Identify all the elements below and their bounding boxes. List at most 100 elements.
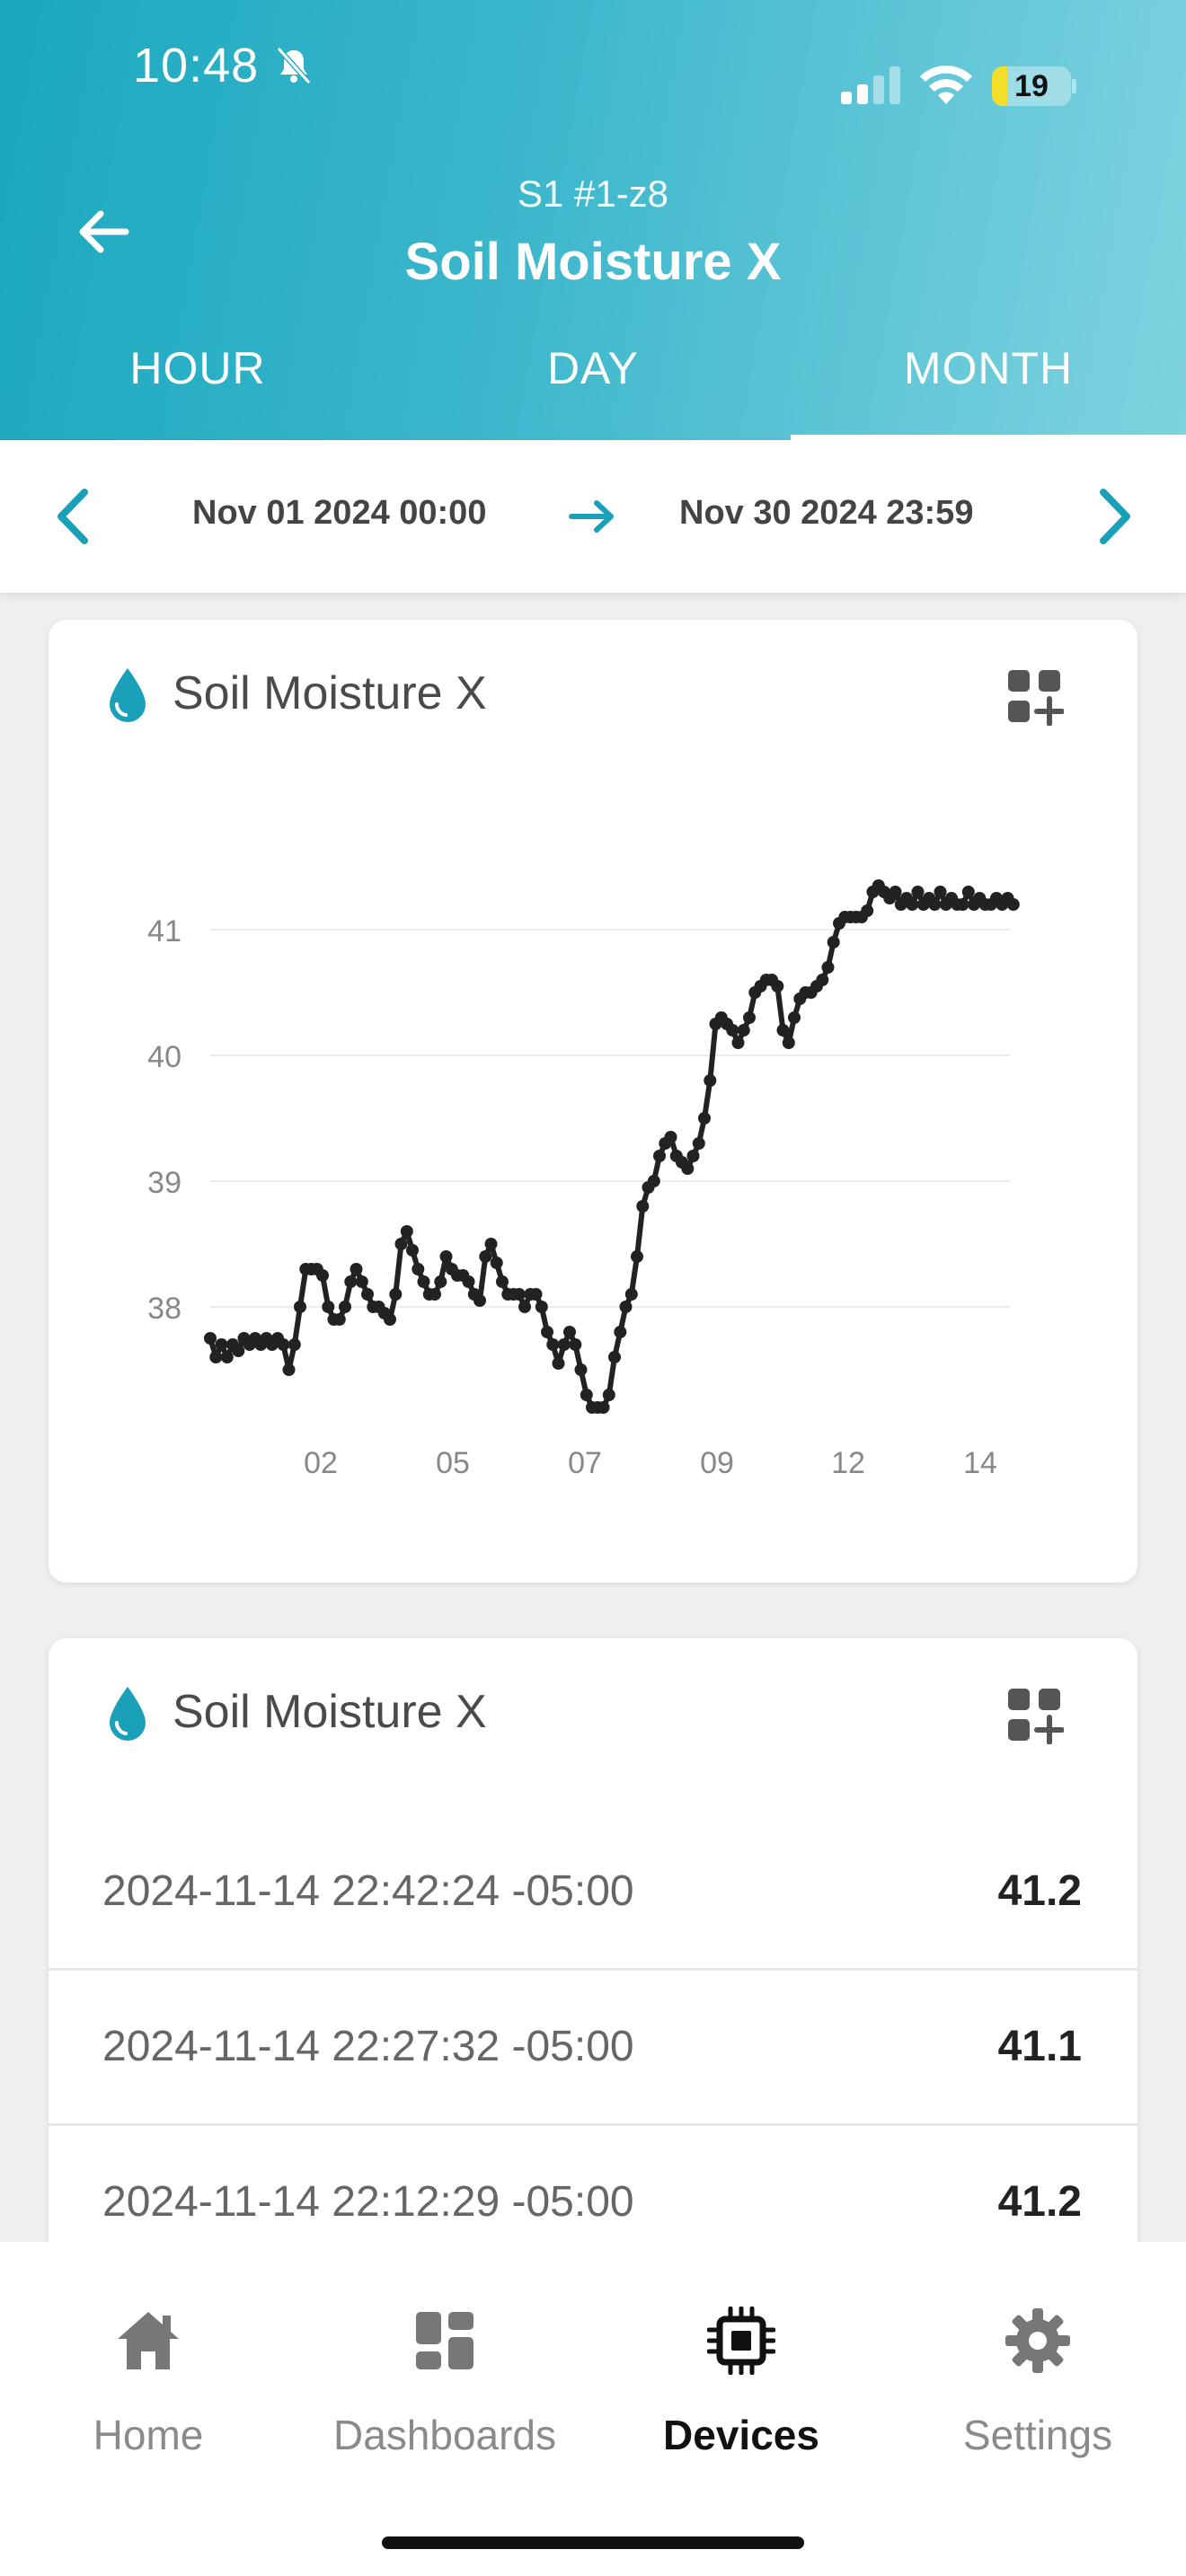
nav-label: Home — [93, 2412, 204, 2458]
tab-hour[interactable]: HOUR — [0, 323, 395, 440]
data-point — [821, 961, 835, 974]
page-title: Soil Moisture X — [404, 233, 782, 291]
tab-month[interactable]: MONTH — [791, 323, 1186, 440]
data-point — [215, 1338, 228, 1351]
data-point — [788, 1011, 801, 1024]
data-point — [1006, 898, 1020, 911]
reading-value: 41.2 — [997, 2178, 1082, 2226]
data-point — [316, 1269, 329, 1282]
data-point — [664, 1131, 677, 1143]
data-point — [332, 1313, 346, 1326]
battery-indicator: 19 — [992, 66, 1076, 106]
nav-label: Dashboards — [332, 2412, 557, 2458]
nav-devices[interactable]: Devices — [593, 2242, 890, 2493]
nav-home[interactable]: Home — [0, 2242, 296, 2493]
data-point — [412, 1263, 425, 1275]
data-point — [417, 1275, 430, 1288]
chevron-right-icon[interactable] — [1082, 485, 1145, 548]
data-point — [322, 1301, 335, 1313]
data-point — [474, 1294, 486, 1307]
date-start[interactable]: Nov 01 2024 00:00 — [192, 494, 486, 533]
data-point — [731, 1037, 745, 1049]
data-point — [406, 1244, 419, 1257]
x-tick-label: 12 — [831, 1446, 865, 1480]
bottom-nav: Home Dashboards Devices Settings — [0, 2242, 1186, 2576]
data-point — [602, 1389, 615, 1401]
date-end[interactable]: Nov 30 2024 23:59 — [679, 494, 973, 533]
reading-time: 2024-11-14 22:12:29 -05:00 — [102, 2178, 634, 2226]
data-point — [647, 1175, 660, 1187]
data-point — [490, 1257, 503, 1269]
x-tick-label: 07 — [568, 1446, 602, 1480]
y-tick-label: 39 — [147, 1166, 181, 1200]
reading-value: 41.1 — [997, 2023, 1082, 2070]
data-point — [782, 1037, 795, 1049]
data-point — [961, 886, 975, 898]
data-point — [956, 898, 969, 911]
data-point — [220, 1351, 234, 1363]
data-point — [726, 1024, 739, 1037]
data-point — [361, 1288, 374, 1301]
data-point — [512, 1288, 526, 1301]
data-point — [389, 1288, 403, 1301]
y-tick-label: 40 — [147, 1040, 181, 1074]
data-point — [580, 1389, 593, 1401]
data-point — [563, 1326, 576, 1338]
data-point — [631, 1250, 643, 1263]
data-point — [546, 1338, 560, 1351]
nav-label: Devices — [663, 2412, 819, 2458]
x-tick-label: 02 — [304, 1446, 338, 1480]
chevron-left-icon[interactable] — [43, 485, 106, 548]
data-point — [529, 1288, 543, 1301]
data-point — [350, 1263, 363, 1275]
data-point — [608, 1351, 621, 1363]
y-tick-label: 38 — [147, 1292, 181, 1326]
data-point — [434, 1275, 447, 1288]
data-point — [934, 886, 947, 898]
data-point — [479, 1250, 492, 1263]
device-subtitle: S1 #1-z8 — [517, 172, 669, 215]
data-point — [698, 1112, 711, 1125]
data-point — [889, 886, 902, 898]
data-point — [624, 1288, 638, 1301]
data-point — [294, 1301, 306, 1313]
data-point — [692, 1137, 705, 1150]
reading-time: 2024-11-14 22:27:32 -05:00 — [102, 2023, 634, 2070]
data-point — [557, 1338, 571, 1351]
data-point — [384, 1313, 396, 1326]
table-row[interactable]: 2024-11-14 22:42:24 -05:00 41.2 — [49, 1816, 1137, 1971]
data-point — [569, 1338, 582, 1351]
data-point — [394, 1238, 408, 1250]
data-point — [204, 1332, 217, 1345]
data-point — [597, 1401, 610, 1414]
battery-level: 19 — [1014, 69, 1049, 103]
x-tick-label: 09 — [700, 1446, 734, 1480]
data-point — [704, 1074, 717, 1087]
data-point — [535, 1301, 548, 1313]
data-point — [816, 974, 829, 986]
data-point — [209, 1351, 223, 1363]
bell-muted-icon — [276, 46, 312, 85]
app-header: 10:48 19 S1 #1-z8 Soil Moisture X HOUR D… — [0, 0, 1186, 440]
nav-dashboards[interactable]: Dashboards — [296, 2242, 593, 2493]
data-point — [339, 1301, 351, 1313]
data-point — [429, 1288, 441, 1301]
chip-icon — [707, 2307, 775, 2375]
reading-value: 41.2 — [997, 1867, 1082, 1915]
signal-icon — [841, 66, 900, 104]
data-point — [552, 1357, 565, 1370]
x-tick-label: 05 — [436, 1446, 470, 1480]
table-row[interactable]: 2024-11-14 22:27:32 -05:00 41.1 — [49, 1972, 1137, 2126]
tab-day[interactable]: DAY — [395, 323, 791, 440]
dashboards-icon — [416, 2312, 474, 2369]
nav-settings[interactable]: Settings — [890, 2242, 1186, 2493]
data-point — [288, 1338, 301, 1351]
data-point — [928, 898, 942, 911]
add-widget-icon[interactable] — [1006, 1687, 1064, 1744]
data-point — [355, 1275, 368, 1288]
chart-card: Soil Moisture X 38 39 40 41 02 05 07 09 12 14 — [49, 620, 1137, 1583]
data-point — [653, 1150, 666, 1162]
nav-label: Settings — [962, 2412, 1113, 2458]
data-point — [344, 1275, 358, 1288]
data-point — [462, 1275, 475, 1288]
